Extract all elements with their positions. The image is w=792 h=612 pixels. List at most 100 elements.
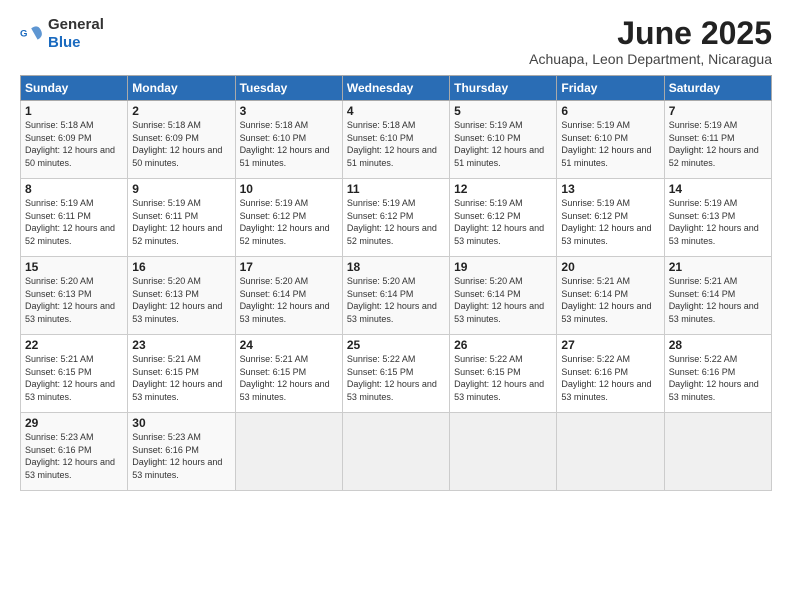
day-number: 20 [561, 260, 659, 274]
day-cell-11: 11Sunrise: 5:19 AM Sunset: 6:12 PM Dayli… [342, 179, 449, 257]
day-info: Sunrise: 5:20 AM Sunset: 6:13 PM Dayligh… [25, 275, 123, 325]
day-cell-19: 19Sunrise: 5:20 AM Sunset: 6:14 PM Dayli… [450, 257, 557, 335]
header-cell-sunday: Sunday [21, 76, 128, 101]
week-row-3: 15Sunrise: 5:20 AM Sunset: 6:13 PM Dayli… [21, 257, 772, 335]
day-number: 25 [347, 338, 445, 352]
day-number: 2 [132, 104, 230, 118]
day-info: Sunrise: 5:20 AM Sunset: 6:13 PM Dayligh… [132, 275, 230, 325]
day-cell-12: 12Sunrise: 5:19 AM Sunset: 6:12 PM Dayli… [450, 179, 557, 257]
day-info: Sunrise: 5:22 AM Sunset: 6:16 PM Dayligh… [561, 353, 659, 403]
empty-cell [450, 413, 557, 491]
header-cell-tuesday: Tuesday [235, 76, 342, 101]
month-title: June 2025 [529, 16, 772, 51]
day-cell-17: 17Sunrise: 5:20 AM Sunset: 6:14 PM Dayli… [235, 257, 342, 335]
day-cell-28: 28Sunrise: 5:22 AM Sunset: 6:16 PM Dayli… [664, 335, 771, 413]
header-cell-friday: Friday [557, 76, 664, 101]
day-info: Sunrise: 5:19 AM Sunset: 6:13 PM Dayligh… [669, 197, 767, 247]
empty-cell [235, 413, 342, 491]
day-cell-1: 1Sunrise: 5:18 AM Sunset: 6:09 PM Daylig… [21, 101, 128, 179]
day-cell-23: 23Sunrise: 5:21 AM Sunset: 6:15 PM Dayli… [128, 335, 235, 413]
day-cell-26: 26Sunrise: 5:22 AM Sunset: 6:15 PM Dayli… [450, 335, 557, 413]
day-cell-14: 14Sunrise: 5:19 AM Sunset: 6:13 PM Dayli… [664, 179, 771, 257]
day-cell-8: 8Sunrise: 5:19 AM Sunset: 6:11 PM Daylig… [21, 179, 128, 257]
day-cell-22: 22Sunrise: 5:21 AM Sunset: 6:15 PM Dayli… [21, 335, 128, 413]
day-cell-27: 27Sunrise: 5:22 AM Sunset: 6:16 PM Dayli… [557, 335, 664, 413]
day-info: Sunrise: 5:19 AM Sunset: 6:12 PM Dayligh… [347, 197, 445, 247]
day-number: 29 [25, 416, 123, 430]
day-info: Sunrise: 5:18 AM Sunset: 6:09 PM Dayligh… [25, 119, 123, 169]
day-info: Sunrise: 5:19 AM Sunset: 6:12 PM Dayligh… [561, 197, 659, 247]
day-info: Sunrise: 5:20 AM Sunset: 6:14 PM Dayligh… [347, 275, 445, 325]
location-title: Achuapa, Leon Department, Nicaragua [529, 51, 772, 67]
day-info: Sunrise: 5:21 AM Sunset: 6:14 PM Dayligh… [561, 275, 659, 325]
week-row-1: 1Sunrise: 5:18 AM Sunset: 6:09 PM Daylig… [21, 101, 772, 179]
day-info: Sunrise: 5:22 AM Sunset: 6:16 PM Dayligh… [669, 353, 767, 403]
empty-cell [664, 413, 771, 491]
day-info: Sunrise: 5:21 AM Sunset: 6:15 PM Dayligh… [25, 353, 123, 403]
day-info: Sunrise: 5:19 AM Sunset: 6:12 PM Dayligh… [454, 197, 552, 247]
day-cell-16: 16Sunrise: 5:20 AM Sunset: 6:13 PM Dayli… [128, 257, 235, 335]
day-cell-30: 30Sunrise: 5:23 AM Sunset: 6:16 PM Dayli… [128, 413, 235, 491]
day-cell-2: 2Sunrise: 5:18 AM Sunset: 6:09 PM Daylig… [128, 101, 235, 179]
day-number: 24 [240, 338, 338, 352]
day-cell-21: 21Sunrise: 5:21 AM Sunset: 6:14 PM Dayli… [664, 257, 771, 335]
day-cell-18: 18Sunrise: 5:20 AM Sunset: 6:14 PM Dayli… [342, 257, 449, 335]
day-cell-13: 13Sunrise: 5:19 AM Sunset: 6:12 PM Dayli… [557, 179, 664, 257]
day-number: 17 [240, 260, 338, 274]
day-cell-4: 4Sunrise: 5:18 AM Sunset: 6:10 PM Daylig… [342, 101, 449, 179]
day-info: Sunrise: 5:18 AM Sunset: 6:09 PM Dayligh… [132, 119, 230, 169]
day-number: 8 [25, 182, 123, 196]
day-number: 19 [454, 260, 552, 274]
day-info: Sunrise: 5:21 AM Sunset: 6:15 PM Dayligh… [240, 353, 338, 403]
day-number: 18 [347, 260, 445, 274]
day-number: 27 [561, 338, 659, 352]
day-info: Sunrise: 5:23 AM Sunset: 6:16 PM Dayligh… [132, 431, 230, 481]
day-info: Sunrise: 5:22 AM Sunset: 6:15 PM Dayligh… [347, 353, 445, 403]
day-info: Sunrise: 5:20 AM Sunset: 6:14 PM Dayligh… [240, 275, 338, 325]
day-info: Sunrise: 5:18 AM Sunset: 6:10 PM Dayligh… [240, 119, 338, 169]
day-cell-5: 5Sunrise: 5:19 AM Sunset: 6:10 PM Daylig… [450, 101, 557, 179]
day-number: 22 [25, 338, 123, 352]
week-row-2: 8Sunrise: 5:19 AM Sunset: 6:11 PM Daylig… [21, 179, 772, 257]
logo-icon: G [20, 22, 44, 46]
day-number: 15 [25, 260, 123, 274]
day-number: 6 [561, 104, 659, 118]
day-number: 28 [669, 338, 767, 352]
day-cell-6: 6Sunrise: 5:19 AM Sunset: 6:10 PM Daylig… [557, 101, 664, 179]
day-number: 4 [347, 104, 445, 118]
day-cell-15: 15Sunrise: 5:20 AM Sunset: 6:13 PM Dayli… [21, 257, 128, 335]
day-cell-7: 7Sunrise: 5:19 AM Sunset: 6:11 PM Daylig… [664, 101, 771, 179]
header-cell-monday: Monday [128, 76, 235, 101]
day-cell-10: 10Sunrise: 5:19 AM Sunset: 6:12 PM Dayli… [235, 179, 342, 257]
header-cell-saturday: Saturday [664, 76, 771, 101]
day-cell-24: 24Sunrise: 5:21 AM Sunset: 6:15 PM Dayli… [235, 335, 342, 413]
day-number: 14 [669, 182, 767, 196]
day-cell-25: 25Sunrise: 5:22 AM Sunset: 6:15 PM Dayli… [342, 335, 449, 413]
day-info: Sunrise: 5:18 AM Sunset: 6:10 PM Dayligh… [347, 119, 445, 169]
page: G General Blue June 2025 Achuapa, Leon D… [0, 0, 792, 612]
day-info: Sunrise: 5:21 AM Sunset: 6:14 PM Dayligh… [669, 275, 767, 325]
day-info: Sunrise: 5:21 AM Sunset: 6:15 PM Dayligh… [132, 353, 230, 403]
day-number: 9 [132, 182, 230, 196]
week-row-5: 29 Sunrise: 5:23 AM Sunset: 6:16 PM Dayli… [21, 413, 772, 491]
day-number: 23 [132, 338, 230, 352]
day-info: Sunrise: 5:19 AM Sunset: 6:10 PM Dayligh… [561, 119, 659, 169]
day-info: Sunrise: 5:19 AM Sunset: 6:12 PM Dayligh… [240, 197, 338, 247]
day-cell-3: 3Sunrise: 5:18 AM Sunset: 6:10 PM Daylig… [235, 101, 342, 179]
logo: G General Blue [20, 16, 104, 52]
day-cell-9: 9Sunrise: 5:19 AM Sunset: 6:11 PM Daylig… [128, 179, 235, 257]
calendar-table: SundayMondayTuesdayWednesdayThursdayFrid… [20, 75, 772, 491]
day-number: 21 [669, 260, 767, 274]
empty-cell [557, 413, 664, 491]
day-number: 3 [240, 104, 338, 118]
day-number: 11 [347, 182, 445, 196]
day-info: Sunrise: 5:20 AM Sunset: 6:14 PM Dayligh… [454, 275, 552, 325]
day-number: 13 [561, 182, 659, 196]
logo-text: General Blue [48, 16, 104, 52]
day-number: 30 [132, 416, 230, 430]
header: G General Blue June 2025 Achuapa, Leon D… [20, 16, 772, 67]
day-info: Sunrise: 5:19 AM Sunset: 6:11 PM Dayligh… [25, 197, 123, 247]
day-number: 12 [454, 182, 552, 196]
day-cell-20: 20Sunrise: 5:21 AM Sunset: 6:14 PM Dayli… [557, 257, 664, 335]
week-row-4: 22Sunrise: 5:21 AM Sunset: 6:15 PM Dayli… [21, 335, 772, 413]
